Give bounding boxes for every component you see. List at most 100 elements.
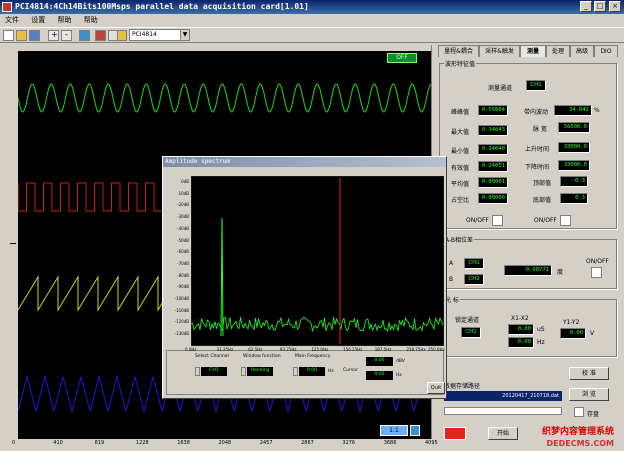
pk-pk-value: 0.55084 bbox=[478, 105, 508, 116]
tab-advanced[interactable]: 高级 bbox=[570, 45, 594, 57]
spectrum-plot-area[interactable] bbox=[190, 175, 445, 347]
scope-x-axis: 0 410 819 1228 1638 2048 2457 2867 3276 3686 4095 bbox=[0, 439, 440, 451]
save-icon[interactable] bbox=[29, 30, 40, 41]
spectrum-x-tick: 218.75Hz bbox=[406, 347, 426, 352]
tab-process[interactable]: 处理 bbox=[546, 45, 570, 57]
book-icon[interactable] bbox=[95, 30, 106, 41]
y-unit: V bbox=[590, 330, 595, 337]
phase-onoff-checkbox[interactable] bbox=[591, 267, 602, 278]
max-label: 最大值 bbox=[451, 129, 470, 136]
spectrum-x-tick: 93.75Hz bbox=[279, 347, 297, 352]
cursor-label: Cursor bbox=[343, 368, 358, 373]
pulse-width-label: 脉 宽 bbox=[533, 126, 547, 133]
phase-diff-value: 0.08771 bbox=[504, 265, 552, 276]
file-name-field[interactable]: 20120417_210718.dat bbox=[444, 391, 562, 401]
zoom-ratio-readout[interactable]: 1:1 bbox=[380, 425, 408, 436]
scope-x-tick: 0 bbox=[12, 440, 16, 446]
onoff-right-checkbox[interactable] bbox=[560, 215, 571, 226]
sine-trace bbox=[17, 83, 432, 113]
spectrum-noise-trace bbox=[190, 316, 444, 333]
top-value-label: 顶部值 bbox=[533, 180, 552, 187]
tab-measure[interactable]: 测量 bbox=[520, 45, 546, 57]
tab-range-coupling[interactable]: 量程&耦合 bbox=[438, 45, 479, 57]
spectrum-y-tick: -120dB bbox=[174, 319, 189, 325]
bottom-value: 0.3 bbox=[560, 193, 588, 204]
a-channel-select[interactable]: CH1 bbox=[464, 258, 484, 269]
window-function-label: Window function bbox=[243, 354, 281, 359]
y-delta-label: Y1-Y2 bbox=[563, 319, 580, 326]
b-label: B bbox=[449, 276, 454, 283]
menu-bar: 文件 设置 帮助 帮助 bbox=[0, 14, 624, 27]
spectrum-y-tick: 0dB bbox=[181, 179, 189, 184]
lock-channel-select[interactable]: CH1 bbox=[461, 327, 481, 338]
scope-x-tick: 1228 bbox=[135, 440, 149, 446]
spectrum-x-tick: 0.0Hz bbox=[185, 347, 197, 352]
scope-x-tick: 1638 bbox=[177, 440, 190, 446]
progress-bar bbox=[444, 407, 562, 415]
spectrum-y-tick: -130dB bbox=[174, 331, 189, 337]
scope-x-tick: 2867 bbox=[301, 440, 314, 446]
file-path-label: 数据存储路径 bbox=[444, 383, 481, 390]
window-title: PCI4814:4Ch14Bits100Msps parallel data a… bbox=[15, 2, 309, 11]
chart-icon[interactable] bbox=[79, 30, 90, 41]
duty-value: 0.00000 bbox=[478, 193, 508, 204]
window-function-value[interactable]: Hanning bbox=[247, 367, 273, 376]
select-channel-value[interactable]: CH1 bbox=[201, 367, 227, 376]
browse-button[interactable]: 浏 览 bbox=[569, 388, 609, 401]
start-button[interactable]: 开始 bbox=[488, 427, 518, 440]
scope-x-tick: 2457 bbox=[259, 440, 273, 446]
mean-value: 0.00001 bbox=[478, 177, 508, 188]
menu-help[interactable]: 帮助 bbox=[52, 14, 76, 27]
fall-time-value: 33000.0 bbox=[558, 160, 590, 171]
zoom-in-icon[interactable]: + bbox=[48, 30, 59, 41]
y-delta-value: 0.00 bbox=[560, 328, 586, 339]
scope-x-tick: 410 bbox=[53, 440, 63, 446]
window-spin-icon[interactable] bbox=[241, 367, 246, 376]
save-checkbox[interactable] bbox=[574, 407, 584, 417]
onoff-left-checkbox[interactable] bbox=[492, 215, 503, 226]
spectrum-x-tick: 187.5Hz bbox=[374, 347, 392, 352]
waveform-group-label: 波形特征值 bbox=[444, 59, 477, 68]
play-icon[interactable] bbox=[117, 30, 127, 41]
watermark-line1: 织梦内容管理系统 bbox=[541, 427, 614, 437]
window-title-bar: PCI4814:4Ch14Bits100Msps parallel data a… bbox=[0, 0, 624, 14]
main-frequency-label: Main Frequency bbox=[295, 354, 331, 359]
watermark-line2: DEDECMS.COM bbox=[546, 439, 614, 448]
amplitude-spectrum-dialog[interactable]: Amplitude spectrum Select Channel CH1 Wi… bbox=[162, 156, 447, 399]
menu-settings[interactable]: 设置 bbox=[26, 14, 50, 27]
measure-channel-select[interactable]: CH1 bbox=[526, 80, 546, 91]
zoom-out-icon[interactable]: - bbox=[61, 30, 72, 41]
tab-dio[interactable]: DIO bbox=[594, 45, 618, 57]
spectrum-x-tick: 31.25Hz bbox=[216, 347, 234, 352]
pk-pk-label: 峰峰值 bbox=[451, 109, 470, 116]
spectrum-y-tick: -50dB bbox=[177, 237, 189, 243]
close-button[interactable]: × bbox=[609, 1, 621, 12]
menu-help-2[interactable]: 帮助 bbox=[79, 14, 103, 27]
spectrum-y-tick: -80dB bbox=[177, 272, 189, 278]
zoom-spin-icon[interactable] bbox=[410, 425, 420, 436]
spectrum-y-tick: -30dB bbox=[177, 214, 189, 220]
chevron-down-icon[interactable]: ▼ bbox=[180, 30, 189, 40]
spectrum-y-tick: -90dB bbox=[177, 284, 189, 290]
b-channel-select[interactable]: CH2 bbox=[464, 274, 484, 285]
spectrum-frame bbox=[190, 175, 445, 347]
minimize-button[interactable]: _ bbox=[580, 1, 592, 12]
freq-spin-icon[interactable] bbox=[293, 367, 298, 376]
app-icon bbox=[2, 2, 12, 12]
cursor-db-unit: dBV bbox=[396, 359, 405, 364]
mean-label: 平均值 bbox=[451, 181, 470, 188]
spectrum-x-tick: 250.0Hz bbox=[428, 347, 445, 352]
new-file-icon[interactable] bbox=[3, 30, 14, 41]
measure-channel-label: 测量通道 bbox=[488, 85, 513, 92]
quit-button[interactable]: Quit bbox=[427, 382, 445, 394]
tab-sampling-trigger[interactable]: 采样&触发 bbox=[479, 45, 520, 57]
spectrum-y-tick: -40dB bbox=[177, 225, 189, 231]
channel-spin-icon[interactable] bbox=[195, 367, 200, 376]
open-folder-icon[interactable] bbox=[16, 30, 27, 41]
menu-file[interactable]: 文件 bbox=[0, 14, 24, 27]
maximize-button[interactable]: □ bbox=[594, 1, 606, 12]
calibrate-button[interactable]: 校 准 bbox=[569, 367, 609, 380]
right-panel: 量程&耦合 采样&触发 测量 处理 高级 DIO 波形特征值 测量通道 CH1 … bbox=[436, 45, 622, 451]
top-value: -0.3 bbox=[560, 176, 588, 187]
trigger-marker bbox=[10, 243, 16, 244]
